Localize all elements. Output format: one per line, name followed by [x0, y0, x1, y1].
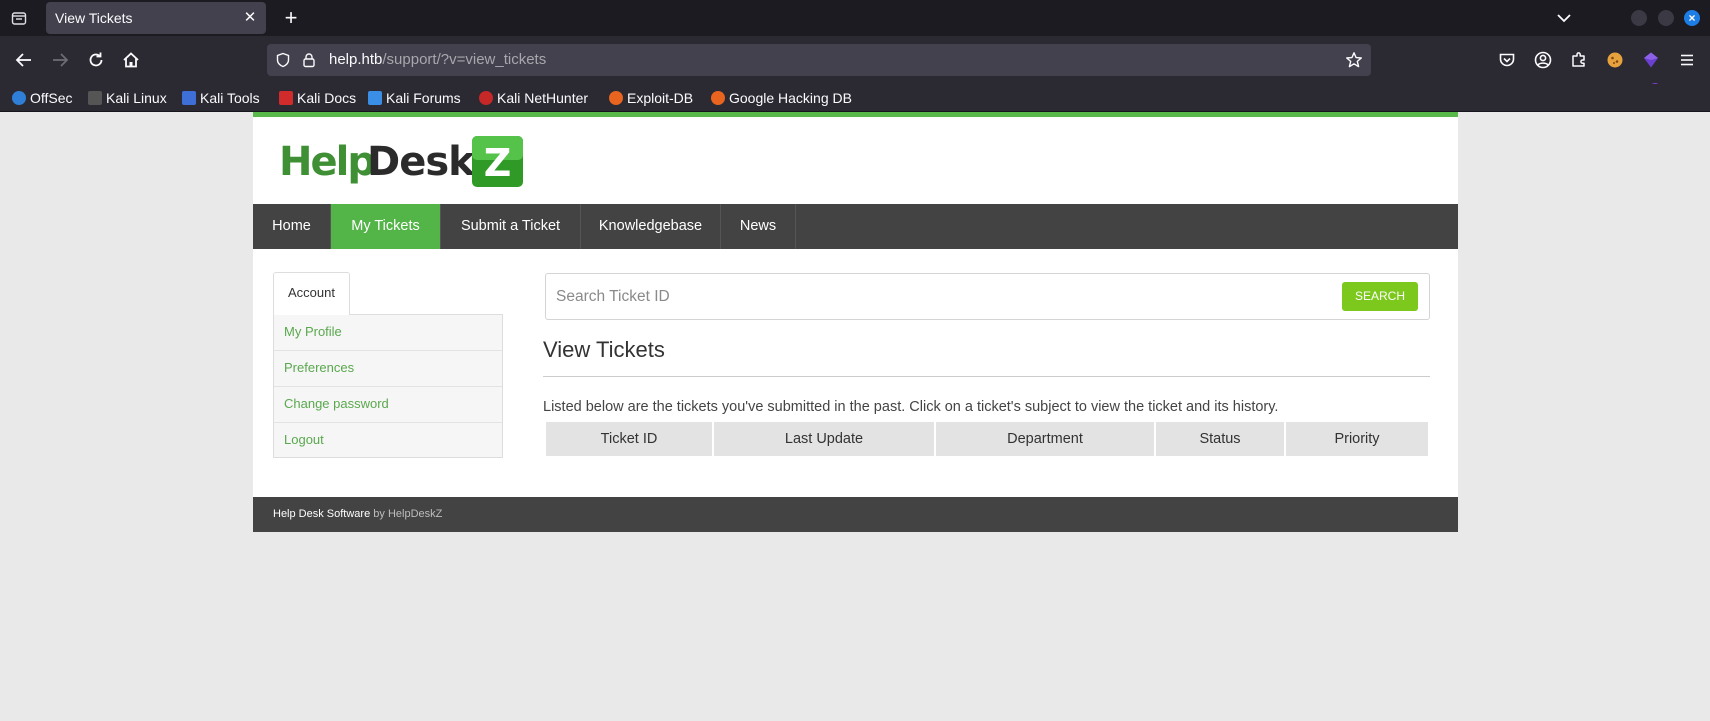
url-host: help.htb	[329, 51, 383, 68]
bookmark-exploit-db[interactable]: Exploit-DB	[609, 88, 693, 108]
maximize-button[interactable]	[1658, 10, 1674, 26]
hamburger-menu-icon[interactable]	[1677, 50, 1697, 70]
footer-product[interactable]: Help Desk Software	[273, 508, 370, 520]
bookmark-kali-tools[interactable]: Kali Tools	[182, 88, 260, 108]
ticket-search-form: SEARCH	[545, 273, 1430, 320]
svg-text:Help: Help	[279, 139, 374, 185]
tab-account[interactable]: Account	[273, 272, 350, 315]
home-icon[interactable]	[121, 50, 141, 70]
bookmark-label: OffSec	[30, 90, 73, 106]
preferences-link[interactable]: Preferences	[274, 351, 502, 387]
helpdeskz-logo[interactable]: Help Desk Z	[279, 134, 523, 189]
minimize-button[interactable]	[1631, 10, 1647, 26]
forward-icon[interactable]	[50, 50, 70, 70]
bookmark-offsec[interactable]: OffSec	[12, 88, 73, 108]
nav-home[interactable]: Home	[253, 204, 331, 249]
bookmark-star-icon[interactable]	[1345, 51, 1363, 69]
bookmark-kali-docs[interactable]: Kali Docs	[279, 88, 356, 108]
logout-link[interactable]: Logout	[274, 423, 502, 459]
kali-forums-icon	[368, 91, 382, 105]
cookie-extension-icon[interactable]	[1605, 50, 1625, 70]
url-path: /support/?v=view_tickets	[382, 51, 547, 68]
search-ticket-input[interactable]	[556, 282, 1336, 312]
bookmark-label: Kali Linux	[106, 90, 167, 106]
back-icon[interactable]	[14, 50, 34, 70]
account-icon[interactable]	[1533, 50, 1553, 70]
bookmark-label: Google Hacking DB	[729, 90, 852, 106]
kali-tools-icon	[182, 91, 196, 105]
bookmarks-toolbar: OffSec Kali Linux Kali Tools Kali Docs K…	[0, 84, 1710, 112]
account-menu: My Profile Preferences Change password L…	[273, 314, 503, 458]
bookmark-label: Kali Tools	[200, 90, 260, 106]
column-department[interactable]: Department	[936, 422, 1154, 456]
extensions-icon[interactable]	[1569, 50, 1589, 70]
page-title: View Tickets	[543, 337, 665, 362]
my-profile-link[interactable]: My Profile	[274, 315, 502, 351]
intro-text: Listed below are the tickets you've subm…	[543, 399, 1279, 415]
new-tab-icon[interactable]: +	[279, 6, 303, 30]
nav-my-tickets[interactable]: My Tickets	[331, 204, 441, 249]
bookmark-label: Kali Docs	[297, 90, 357, 106]
search-button[interactable]: SEARCH	[1342, 282, 1418, 311]
svg-text:Desk: Desk	[367, 139, 476, 185]
bookmark-label: Kali NetHunter	[497, 90, 589, 106]
bookmark-label: Kali Forums	[386, 90, 461, 106]
column-last-update[interactable]: Last Update	[714, 422, 934, 456]
tracking-protection-icon[interactable]	[275, 52, 291, 68]
kali-dragon-icon	[88, 91, 102, 105]
change-password-link[interactable]: Change password	[274, 387, 502, 423]
tab-title: View Tickets	[55, 10, 133, 26]
title-divider	[543, 376, 1430, 377]
tab-view-tickets[interactable]: View Tickets ✕	[46, 2, 266, 34]
nav-submit-ticket[interactable]: Submit a Ticket	[441, 204, 581, 249]
chevron-down-icon[interactable]	[1554, 8, 1574, 28]
url-bar[interactable]: help.htb/support/?v=view_tickets	[267, 44, 1371, 76]
url-text[interactable]: help.htb/support/?v=view_tickets	[329, 44, 546, 76]
window-close-button[interactable]: ×	[1684, 10, 1700, 26]
nav-news[interactable]: News	[721, 204, 796, 249]
bookmark-kali-linux[interactable]: Kali Linux	[88, 88, 167, 108]
column-ticket-id[interactable]: Ticket ID	[546, 422, 712, 456]
bookmark-kali-forums[interactable]: Kali Forums	[368, 88, 461, 108]
page-footer: Help Desk Software by HelpDeskZ	[253, 497, 1458, 532]
ghdb-icon	[711, 91, 725, 105]
navigation-toolbar: help.htb/support/?v=view_tickets 4	[0, 36, 1710, 95]
exploit-db-icon	[609, 91, 623, 105]
bookmark-google-hacking-db[interactable]: Google Hacking DB	[711, 88, 852, 108]
bookmark-label: Exploit-DB	[627, 90, 694, 106]
close-icon[interactable]: ✕	[242, 2, 258, 34]
lock-icon[interactable]	[301, 52, 317, 68]
main-menu: Home My Tickets Submit a Ticket Knowledg…	[253, 204, 1458, 249]
column-status[interactable]: Status	[1156, 422, 1284, 456]
kali-docs-icon	[279, 91, 293, 105]
tab-bar: View Tickets ✕ + ×	[0, 0, 1710, 36]
nav-knowledgebase[interactable]: Knowledgebase	[581, 204, 721, 249]
footer-credit[interactable]: by HelpDeskZ	[373, 508, 442, 520]
svg-text:Z: Z	[484, 141, 512, 185]
reload-icon[interactable]	[86, 50, 106, 70]
bookmark-kali-nethunter[interactable]: Kali NetHunter	[479, 88, 588, 108]
kali-nethunter-icon	[479, 91, 493, 105]
tickets-table: Ticket ID Last Update Department Status …	[544, 422, 1430, 456]
page-container: Help Desk Z Home My Tickets Submit a Tic…	[253, 112, 1458, 532]
list-all-tabs-icon[interactable]	[11, 10, 27, 26]
gem-extension-icon[interactable]	[1641, 50, 1661, 70]
pocket-icon[interactable]	[1497, 50, 1517, 70]
table-header-row: Ticket ID Last Update Department Status …	[546, 422, 1428, 456]
offsec-icon	[12, 91, 26, 105]
column-priority[interactable]: Priority	[1286, 422, 1428, 456]
